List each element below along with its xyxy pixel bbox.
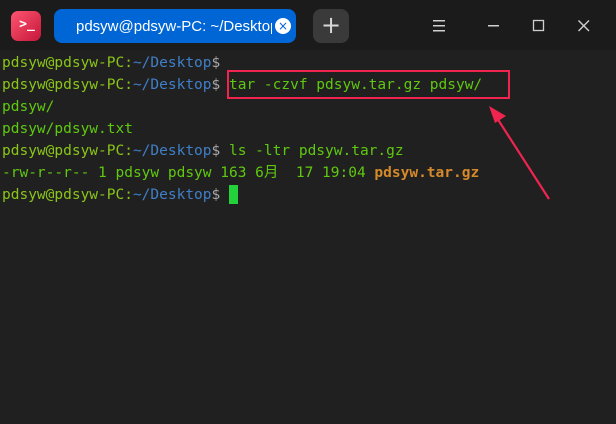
new-tab-button[interactable]: +: [313, 9, 349, 43]
app-icon-glyph: >_: [19, 16, 35, 32]
close-button[interactable]: [568, 10, 600, 42]
terminal-app-icon: >_: [11, 11, 41, 41]
hamburger-menu-icon: [433, 20, 445, 32]
terminal-content[interactable]: pdsyw@pdsyw-PC:~/Desktop$ pdsyw@pdsyw-PC…: [0, 50, 616, 424]
title-bar: >_ pdsyw@pdsyw-PC: ~/Desktop × +: [0, 0, 616, 50]
close-icon: [578, 20, 590, 32]
tab-label: pdsyw@pdsyw-PC: ~/Desktop: [76, 17, 272, 35]
menu-button[interactable]: [423, 10, 455, 42]
maximize-icon: [532, 19, 545, 32]
terminal-window: >_ pdsyw@pdsyw-PC: ~/Desktop × + pdsyw@p…: [0, 0, 616, 424]
tab-close-icon[interactable]: ×: [275, 18, 291, 34]
maximize-button[interactable]: [523, 10, 555, 42]
plus-icon: +: [320, 11, 342, 39]
tab-terminal[interactable]: pdsyw@pdsyw-PC: ~/Desktop ×: [54, 9, 296, 43]
annotation-arrow-icon: [489, 106, 550, 200]
minimize-button[interactable]: [478, 10, 510, 42]
minimize-icon: [488, 25, 499, 27]
